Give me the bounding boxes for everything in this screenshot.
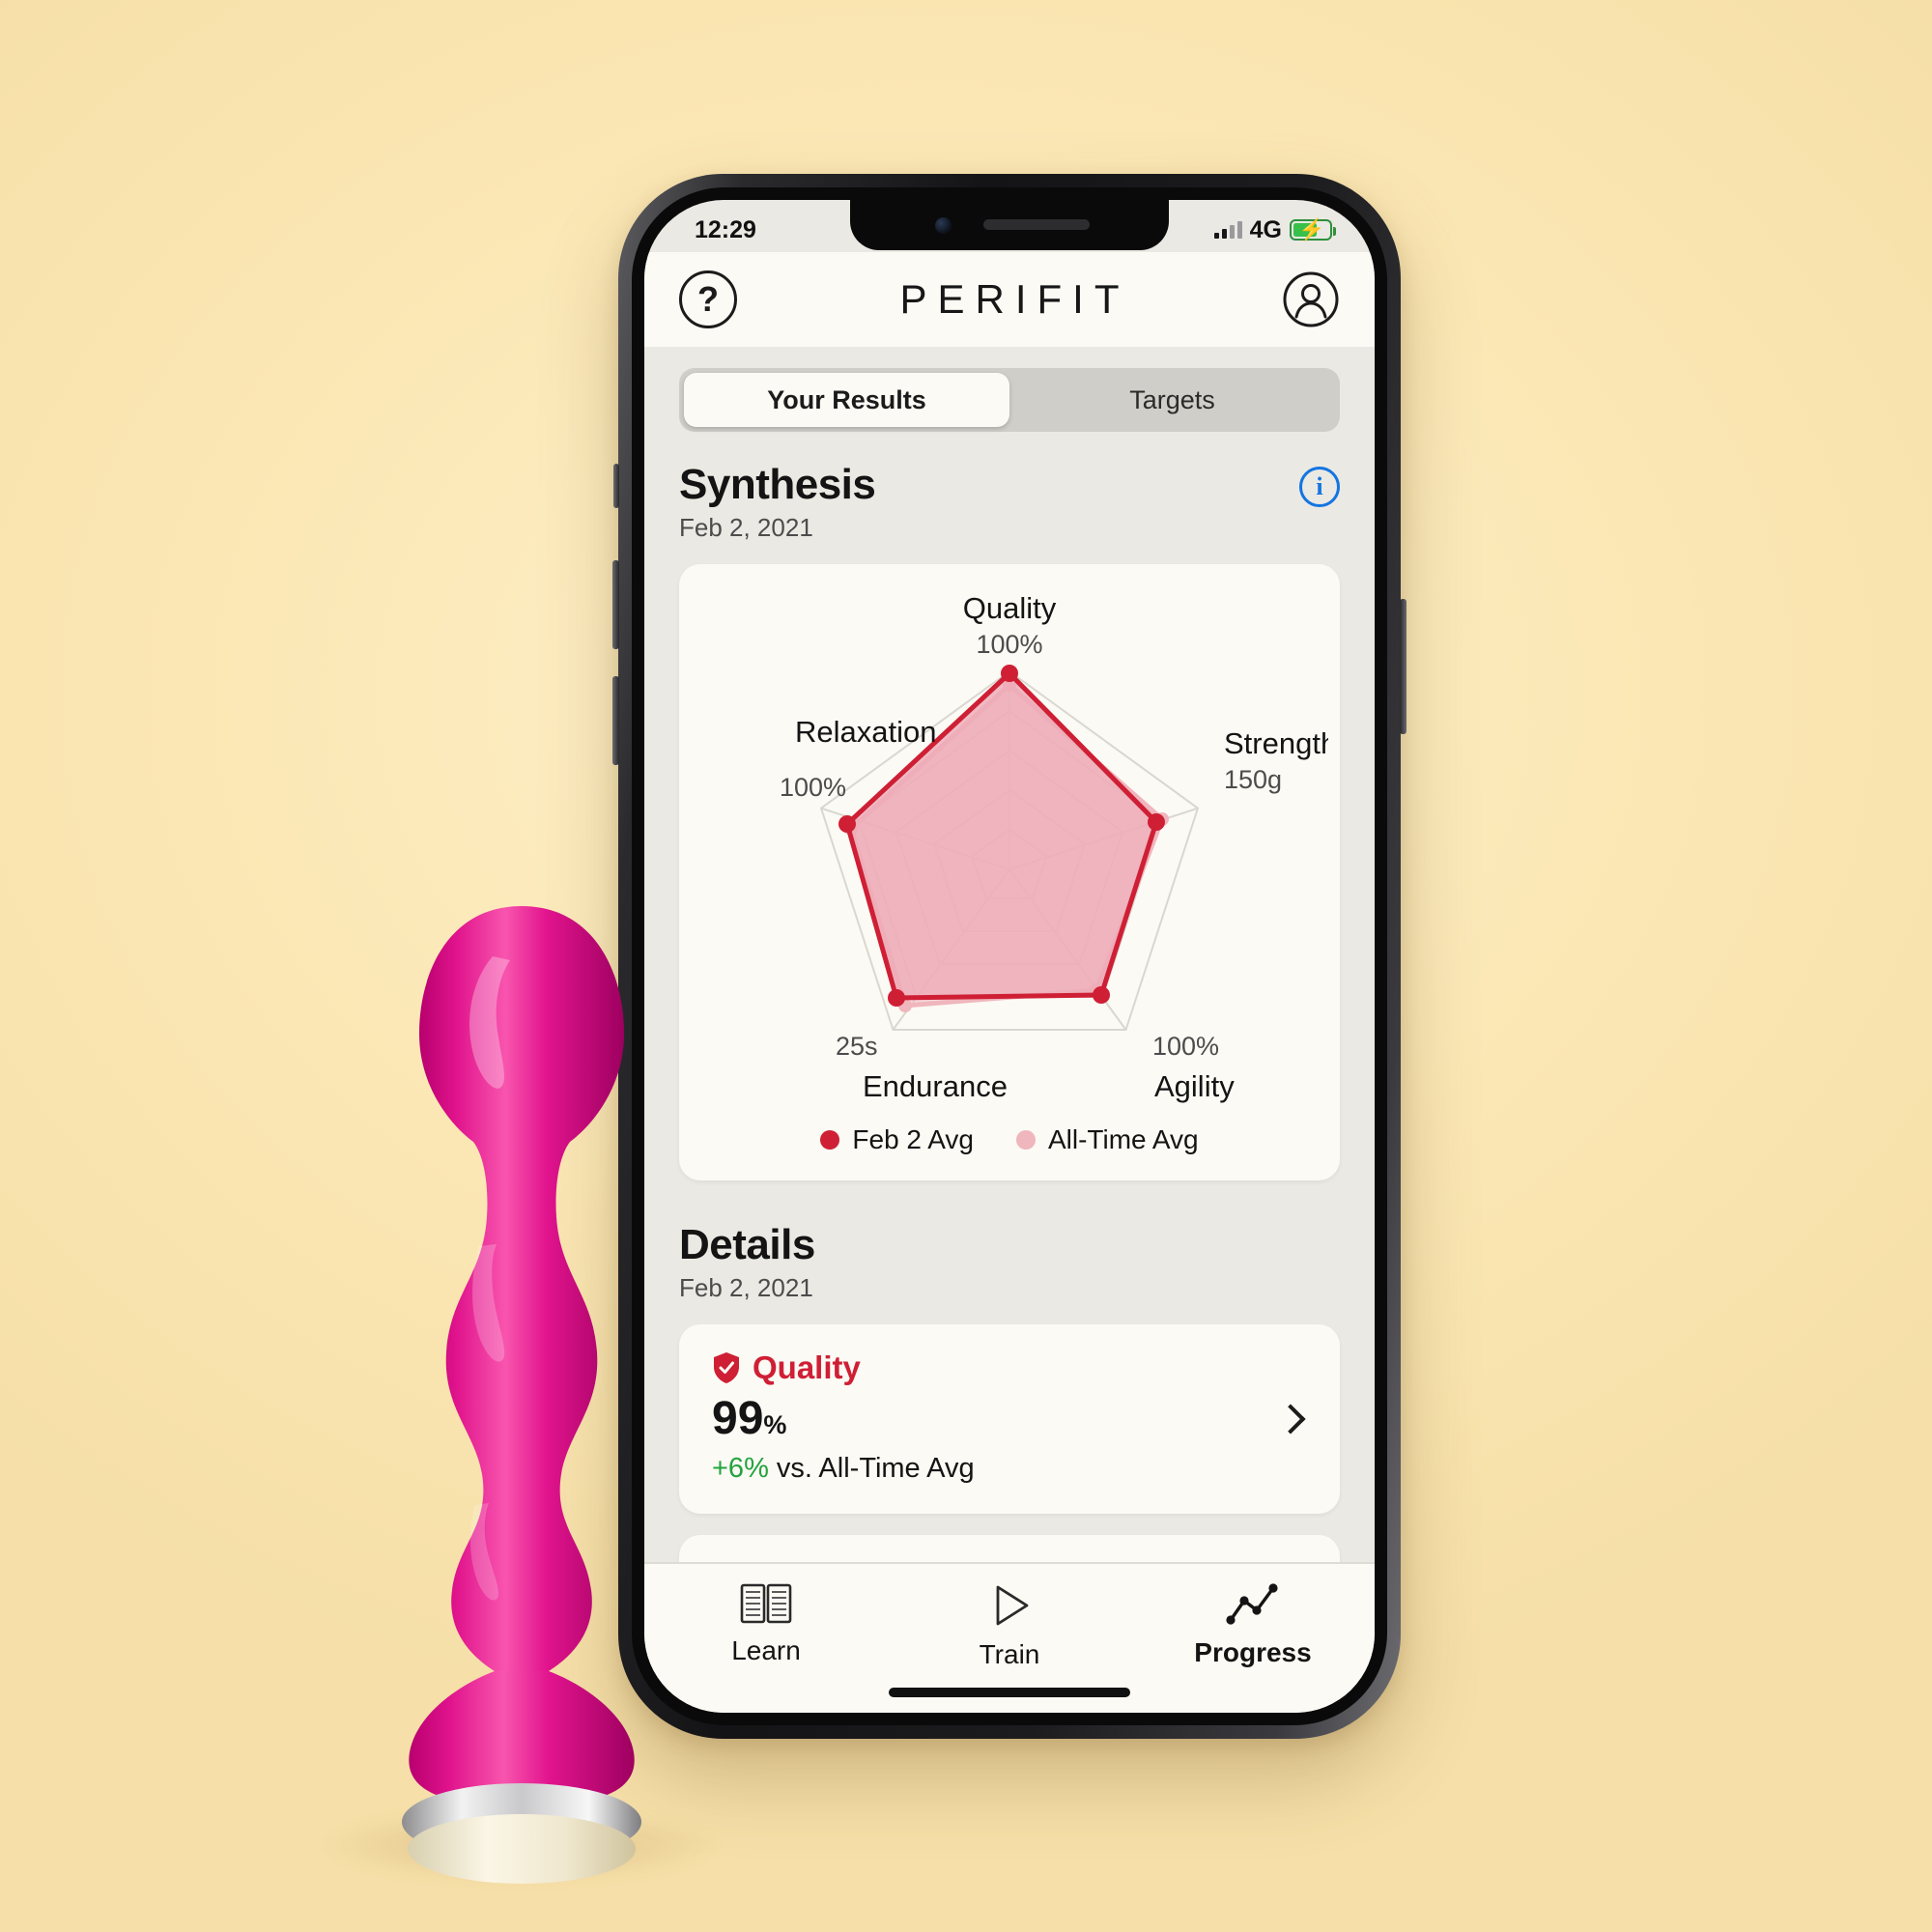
detail-metric-number: 99 (712, 1393, 764, 1444)
synthesis-title: Synthesis (679, 461, 876, 508)
battery-charging-icon: ⚡ (1290, 217, 1336, 242)
tab-your-results[interactable]: Your Results (684, 373, 1009, 427)
app-header: ? PERIFIT (644, 252, 1375, 347)
axis-label-relaxation: Relaxation (795, 715, 936, 749)
iphone-device: 12:29 4G ⚡ ? PERIFIT Your Results Target… (612, 174, 1406, 1739)
mute-switch[interactable] (613, 464, 619, 508)
radar-chart: Quality 100% Strength 150g Agility 100% … (679, 580, 1340, 1121)
results-targets-segmented-control[interactable]: Your Results Targets (679, 368, 1340, 432)
detail-metric-name: Quality (753, 1350, 861, 1385)
legend-dot-current (820, 1130, 840, 1150)
nav-item-progress[interactable]: Progress (1156, 1581, 1350, 1668)
nav-item-train[interactable]: Train (913, 1581, 1106, 1670)
account-circle-icon (1283, 271, 1339, 327)
legend-label-alltime: All-Time Avg (1047, 1124, 1199, 1154)
nav-label-learn: Learn (731, 1635, 801, 1665)
detail-row-quality[interactable]: Quality 99% +6% vs. All-Time Avg (679, 1324, 1340, 1514)
tab-targets[interactable]: Targets (1009, 373, 1335, 427)
axis-max-quality: 100% (976, 630, 1042, 659)
detail-row-header: Quality (712, 1350, 1307, 1386)
detail-delta-value: +6% (712, 1453, 769, 1484)
scroll-content[interactable]: Your Results Targets Synthesis Feb 2, 20… (644, 347, 1375, 1562)
play-triangle-icon (996, 1585, 1029, 1626)
volume-down-button[interactable] (612, 676, 619, 765)
axis-max-relaxation: 100% (780, 773, 846, 802)
nav-label-train: Train (979, 1639, 1040, 1669)
legend-item-alltime: All-Time Avg (1015, 1124, 1199, 1155)
open-book-icon (740, 1583, 792, 1624)
detail-metric-value: 99% (712, 1392, 1307, 1445)
axis-max-agility: 100% (1152, 1032, 1219, 1061)
volume-up-button[interactable] (612, 560, 619, 649)
line-chart-icon (1226, 1583, 1278, 1625)
details-section-header: Details Feb 2, 2021 (679, 1221, 1340, 1303)
axis-label-agility: Agility (1154, 1069, 1235, 1103)
power-button[interactable] (1400, 599, 1406, 734)
signal-bars-icon (1213, 221, 1242, 239)
axis-label-endurance: Endurance (863, 1069, 1008, 1103)
detail-delta-suffix: vs. All-Time Avg (776, 1453, 975, 1484)
synthesis-chart-card: Quality 100% Strength 150g Agility 100% … (679, 564, 1340, 1180)
radar-chart-svg: Quality 100% Strength 150g Agility 100% … (780, 591, 1328, 1103)
phone-screen: 12:29 4G ⚡ ? PERIFIT Your Results Target… (644, 200, 1375, 1713)
network-type-label: 4G (1249, 215, 1282, 243)
help-button[interactable]: ? (679, 270, 737, 328)
synthesis-date: Feb 2, 2021 (679, 513, 813, 542)
detail-row-strength[interactable]: Strength (679, 1535, 1340, 1562)
charging-bolt-icon: ⚡ (1298, 217, 1325, 242)
nav-item-learn[interactable]: Learn (669, 1581, 863, 1666)
nav-label-progress: Progress (1194, 1637, 1312, 1667)
details-title: Details (679, 1221, 815, 1268)
front-camera-icon (935, 217, 952, 234)
brand-wordmark: PERIFIT (899, 276, 1130, 322)
profile-button[interactable] (1282, 270, 1340, 328)
axis-max-strength: 150g (1224, 765, 1282, 794)
detail-metric-delta: +6% vs. All-Time Avg (712, 1453, 1307, 1485)
notch (850, 200, 1169, 250)
chart-legend: Feb 2 Avg All-Time Avg (679, 1124, 1340, 1155)
question-mark-icon: ? (697, 279, 719, 319)
home-indicator[interactable] (889, 1688, 1130, 1697)
legend-item-current: Feb 2 Avg (820, 1124, 974, 1155)
shield-check-icon (714, 1352, 739, 1383)
bottom-navigation-bar: Learn Train Progress (644, 1562, 1375, 1713)
synthesis-section-header: Synthesis Feb 2, 2021 i (679, 461, 1340, 543)
status-bar-time: 12:29 (695, 215, 756, 243)
earpiece-speaker (983, 219, 1090, 230)
axis-label-strength: Strength (1224, 726, 1328, 760)
legend-dot-alltime (1015, 1130, 1036, 1150)
detail-metric-unit: % (763, 1410, 787, 1439)
legend-label-current: Feb 2 Avg (852, 1124, 974, 1154)
perifit-product-image (386, 898, 657, 1893)
axis-max-endurance: 25s (836, 1032, 878, 1061)
info-circle-icon[interactable]: i (1299, 467, 1340, 507)
details-date: Feb 2, 2021 (679, 1273, 813, 1302)
axis-label-quality: Quality (963, 591, 1057, 625)
status-bar-right: 4G ⚡ (1213, 215, 1336, 244)
